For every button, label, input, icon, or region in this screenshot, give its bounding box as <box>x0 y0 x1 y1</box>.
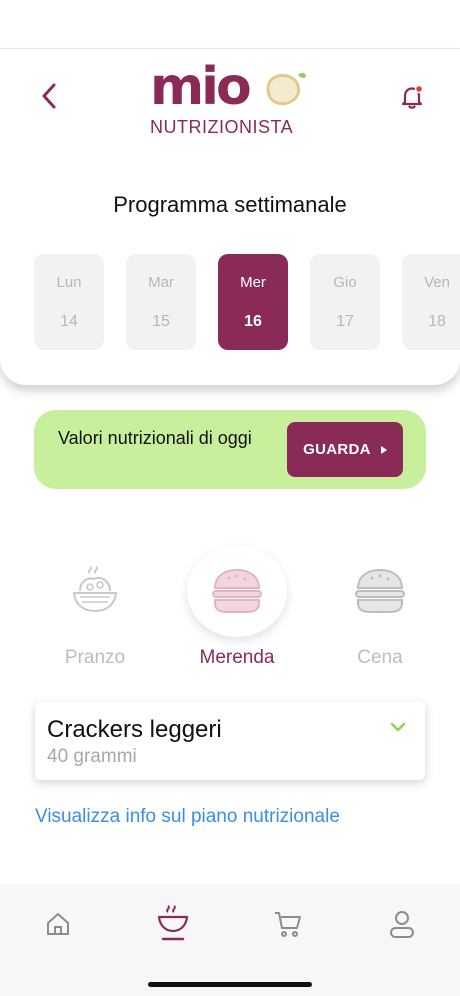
meal-pranzo[interactable]: Pranzo <box>30 545 160 675</box>
day-ven[interactable]: Ven 18 <box>402 254 460 350</box>
food-quantity: 40 grammi <box>47 746 137 767</box>
chevron-down-icon <box>390 722 406 732</box>
bottom-nav <box>0 884 460 996</box>
day-name: Lun <box>56 274 82 291</box>
nav-profile[interactable] <box>382 904 422 944</box>
food-name: Crackers leggeri <box>47 716 222 743</box>
guarda-button-label: GUARDA <box>303 441 371 458</box>
meal-icon-wrap <box>45 545 145 637</box>
profile-icon <box>390 911 414 938</box>
meal-label: Pranzo <box>64 647 126 668</box>
notifications-button[interactable] <box>396 81 428 113</box>
day-lun[interactable]: Lun 14 <box>34 254 104 350</box>
chevron-left-icon <box>42 83 56 109</box>
day-mar[interactable]: Mar 15 <box>126 254 196 350</box>
day-mer[interactable]: Mer 16 <box>218 254 288 350</box>
day-name: Mer <box>240 274 266 291</box>
day-number: 14 <box>60 313 78 330</box>
home-icon <box>47 913 69 935</box>
meal-cena[interactable]: Cena <box>315 545 445 675</box>
meal-label: Cena <box>357 647 403 668</box>
week-title: Programma settimanale <box>113 192 347 217</box>
meal-merenda[interactable]: Merenda <box>172 545 302 675</box>
home-indicator <box>148 982 312 987</box>
day-number: 15 <box>152 313 170 330</box>
nav-cart[interactable] <box>268 904 308 944</box>
day-gio[interactable]: Gio 17 <box>310 254 380 350</box>
meal-icon-wrap <box>330 545 430 637</box>
cart-icon <box>275 912 301 937</box>
day-number: 16 <box>244 313 262 330</box>
nutrition-banner-text: Valori nutrizionali di oggi <box>58 428 252 448</box>
day-number: 18 <box>428 313 446 330</box>
nav-home[interactable] <box>38 904 78 944</box>
logo-lemon-icon <box>266 72 306 106</box>
bell-icon <box>401 84 424 109</box>
day-name: Gio <box>333 274 357 291</box>
meal-label: Merenda <box>199 647 275 668</box>
nutrition-banner: Valori nutrizionali di oggi GUARDA <box>34 410 426 489</box>
caret-right-icon <box>380 445 387 454</box>
notification-dot <box>414 84 424 94</box>
logo-subtitle: NUTRIZIONISTA <box>150 117 294 137</box>
burger-icon <box>212 568 262 613</box>
bowl-icon <box>157 905 189 941</box>
app-logo: mio NUTRIZIONISTA <box>150 55 310 145</box>
header-card: mio NUTRIZIONISTA Programma settimanale … <box>0 49 460 385</box>
back-button[interactable] <box>34 81 64 111</box>
meal-selector: Pranzo Merenda Cena <box>0 545 460 675</box>
food-item-card[interactable]: Crackers leggeri 40 grammi <box>35 702 425 780</box>
day-number: 17 <box>336 313 354 330</box>
day-selector: Lun 14 Mar 15 Mer 16 Gio 17 Ven 18 <box>34 254 460 350</box>
meal-icon-wrap <box>187 545 287 637</box>
nutrition-plan-info-link[interactable]: Visualizza info sul piano nutrizionale <box>35 806 340 828</box>
nav-meals[interactable] <box>153 904 193 944</box>
day-name: Mar <box>148 274 174 291</box>
guarda-button[interactable]: GUARDA <box>287 422 403 477</box>
logo-word: mio <box>150 57 252 117</box>
day-name: Ven <box>424 274 450 291</box>
pasta-bowl-icon <box>72 566 118 613</box>
burger-icon <box>355 568 405 613</box>
